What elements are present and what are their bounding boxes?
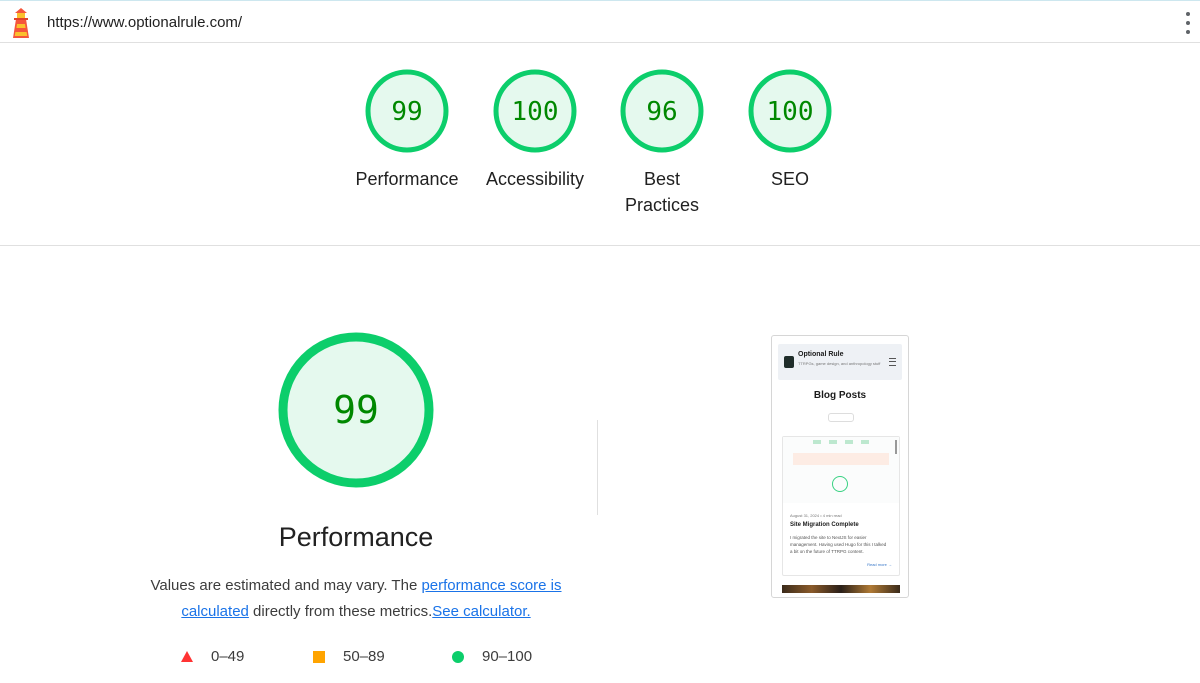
mini-scrollbar <box>895 440 897 454</box>
legend-average: 50–89 <box>313 648 385 665</box>
gauge-score: 100 <box>512 97 559 127</box>
gauge-best-practices[interactable]: 96 Best Practices <box>612 68 712 218</box>
performance-title: Performance <box>278 522 434 552</box>
legend-range: 90–100 <box>482 648 533 665</box>
mini-score <box>813 440 821 444</box>
performance-big-gauge: 99 <box>278 332 434 488</box>
legend-range: 0–49 <box>211 648 245 665</box>
see-calculator-link[interactable]: See calculator. <box>432 603 530 620</box>
gauge-label: Accessibility <box>485 169 585 189</box>
screenshot-post-meta: August 31, 2024 • 4 min read <box>790 513 842 518</box>
screenshot-heading: Blog Posts <box>813 390 867 401</box>
seo-gauge-ring: 100 <box>748 69 832 153</box>
mini-score <box>829 440 837 444</box>
circle-icon <box>452 650 464 663</box>
screenshot-site-subtitle: TTRPGs, game design, and anthropology st… <box>798 361 881 366</box>
mini-score <box>845 440 853 444</box>
mini-score <box>861 440 869 444</box>
gauge-score: 100 <box>767 97 814 127</box>
triangle-icon <box>181 651 193 662</box>
note-text: Values are estimated and may vary. The <box>150 577 422 594</box>
screenshot-post-image <box>783 437 899 503</box>
screenshot-read-more: Read more → <box>867 562 892 567</box>
vertical-divider <box>597 420 598 515</box>
screenshot-next-post-image <box>782 585 900 593</box>
site-logo-icon <box>784 356 794 368</box>
accessibility-gauge-ring: 100 <box>493 69 577 153</box>
more-vert-icon[interactable] <box>1184 12 1192 34</box>
screenshot-post-text: I migrated the site to NextJS for easier… <box>790 535 887 554</box>
note-text-middle: directly from these metrics. <box>248 603 433 620</box>
screenshot-site-title: Optional Rule <box>798 351 844 358</box>
gauge-score: 99 <box>391 97 422 127</box>
legend-range: 50–89 <box>343 648 385 665</box>
gauge-seo[interactable]: 100 SEO <box>730 68 850 192</box>
performance-note: Values are estimated and may vary. The p… <box>136 573 576 625</box>
legend-fail: 0–49 <box>181 648 244 665</box>
lighthouse-icon <box>13 8 29 38</box>
performance-gauge-ring: 99 <box>365 69 449 153</box>
square-icon <box>313 650 325 663</box>
gauge-label: Best Practices <box>624 169 700 215</box>
gauge-label: SEO <box>770 169 809 189</box>
section-divider <box>0 245 1200 246</box>
gauge-label: Performance <box>355 169 459 189</box>
screenshot-post-title: Site Migration Complete <box>790 522 859 528</box>
screenshot-post-card: August 31, 2024 • 4 min read Site Migrat… <box>782 436 900 576</box>
legend-pass: 90–100 <box>452 648 532 665</box>
final-screenshot[interactable]: Optional Rule TTRPGs, game design, and a… <box>771 335 909 598</box>
report-topbar: https://www.optionalrule.com/ <box>0 0 1200 43</box>
mini-gauge <box>832 476 848 492</box>
gauge-accessibility[interactable]: 100 Accessibility <box>475 68 595 192</box>
gauge-score: 96 <box>646 97 677 127</box>
report-url[interactable]: https://www.optionalrule.com/ <box>47 14 242 31</box>
hamburger-icon <box>889 358 896 366</box>
mini-warning <box>793 453 889 465</box>
screenshot-pager <box>828 413 854 422</box>
performance-score: 99 <box>333 388 379 432</box>
gauge-performance[interactable]: 99 Performance <box>347 68 467 192</box>
best-practices-gauge-ring: 96 <box>620 69 704 153</box>
screenshot-site-header: Optional Rule TTRPGs, game design, and a… <box>778 344 902 380</box>
